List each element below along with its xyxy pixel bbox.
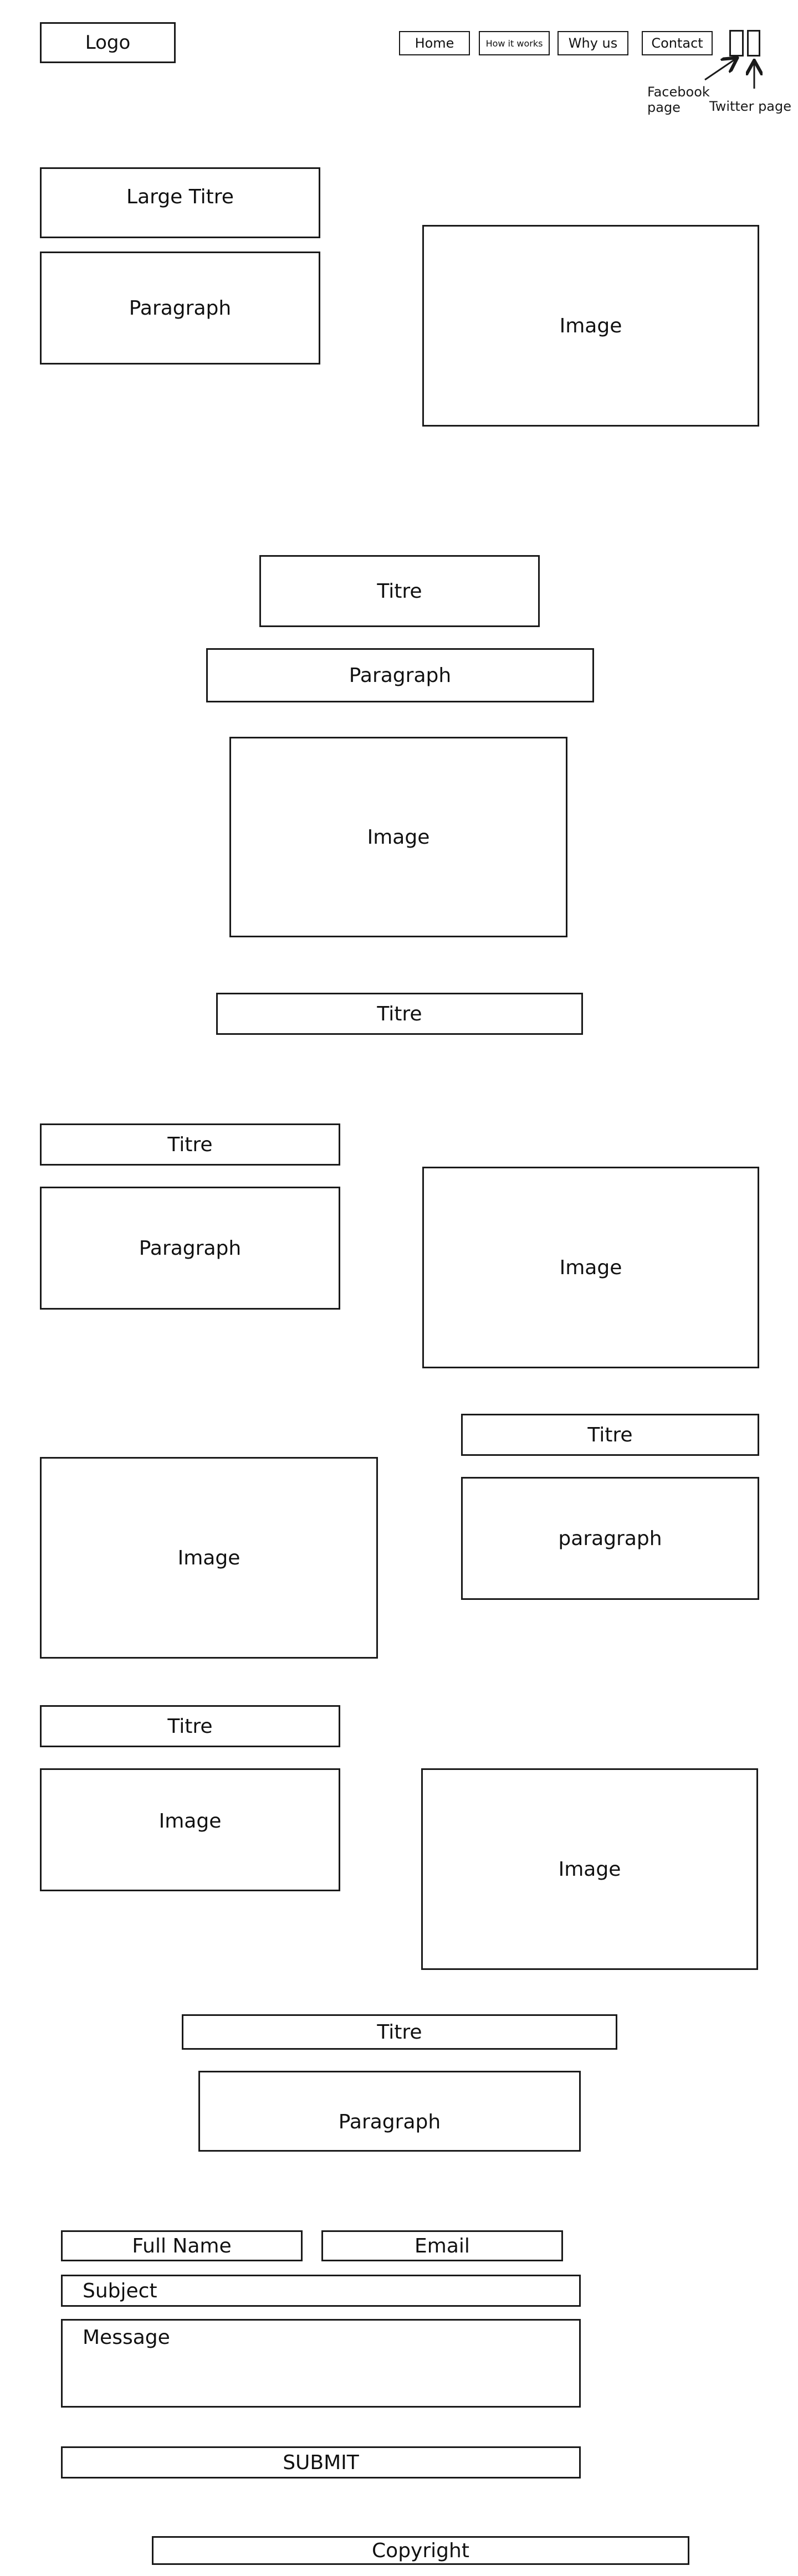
section5-image-small: Image xyxy=(40,1768,340,1891)
section6-title: Titre xyxy=(182,2014,617,2050)
copyright: Copyright xyxy=(152,2536,689,2565)
nav-how-it-works[interactable]: How it works xyxy=(479,31,550,55)
section4-paragraph: paragraph xyxy=(461,1477,759,1600)
nav-home[interactable]: Home xyxy=(399,31,470,55)
hero-image: Image xyxy=(422,225,759,427)
email-field[interactable]: Email xyxy=(321,2230,563,2261)
submit-button[interactable]: SUBMIT xyxy=(61,2446,581,2478)
twitter-icon[interactable] xyxy=(747,30,760,57)
facebook-icon[interactable] xyxy=(729,30,744,57)
nav-why-us[interactable]: Why us xyxy=(557,31,628,55)
twitter-label: Twitter page xyxy=(709,99,792,114)
hero-title: Large Titre xyxy=(40,167,320,238)
section5-image-large: Image xyxy=(421,1768,758,1970)
section5-title: Titre xyxy=(40,1705,340,1747)
logo[interactable]: Logo xyxy=(40,22,176,63)
section2-subtitle: Titre xyxy=(216,993,583,1035)
hero-paragraph: Paragraph xyxy=(40,252,320,365)
section6-paragraph: Paragraph xyxy=(198,2071,581,2152)
message-field[interactable]: Message xyxy=(61,2319,581,2408)
section2-title: Titre xyxy=(259,555,540,627)
section3-image: Image xyxy=(422,1167,759,1368)
section2-image: Image xyxy=(229,737,567,937)
subject-field[interactable]: Subject xyxy=(61,2275,581,2307)
annotation-arrows xyxy=(704,0,798,89)
full-name-field[interactable]: Full Name xyxy=(61,2230,303,2261)
section3-paragraph: Paragraph xyxy=(40,1187,340,1310)
facebook-label: Facebook page xyxy=(647,84,710,115)
section2-paragraph: Paragraph xyxy=(206,648,594,702)
nav-contact[interactable]: Contact xyxy=(642,31,713,55)
section4-image: Image xyxy=(40,1457,378,1659)
section4-title: Titre xyxy=(461,1414,759,1456)
section3-title: Titre xyxy=(40,1123,340,1166)
facebook-arrow xyxy=(704,59,736,81)
